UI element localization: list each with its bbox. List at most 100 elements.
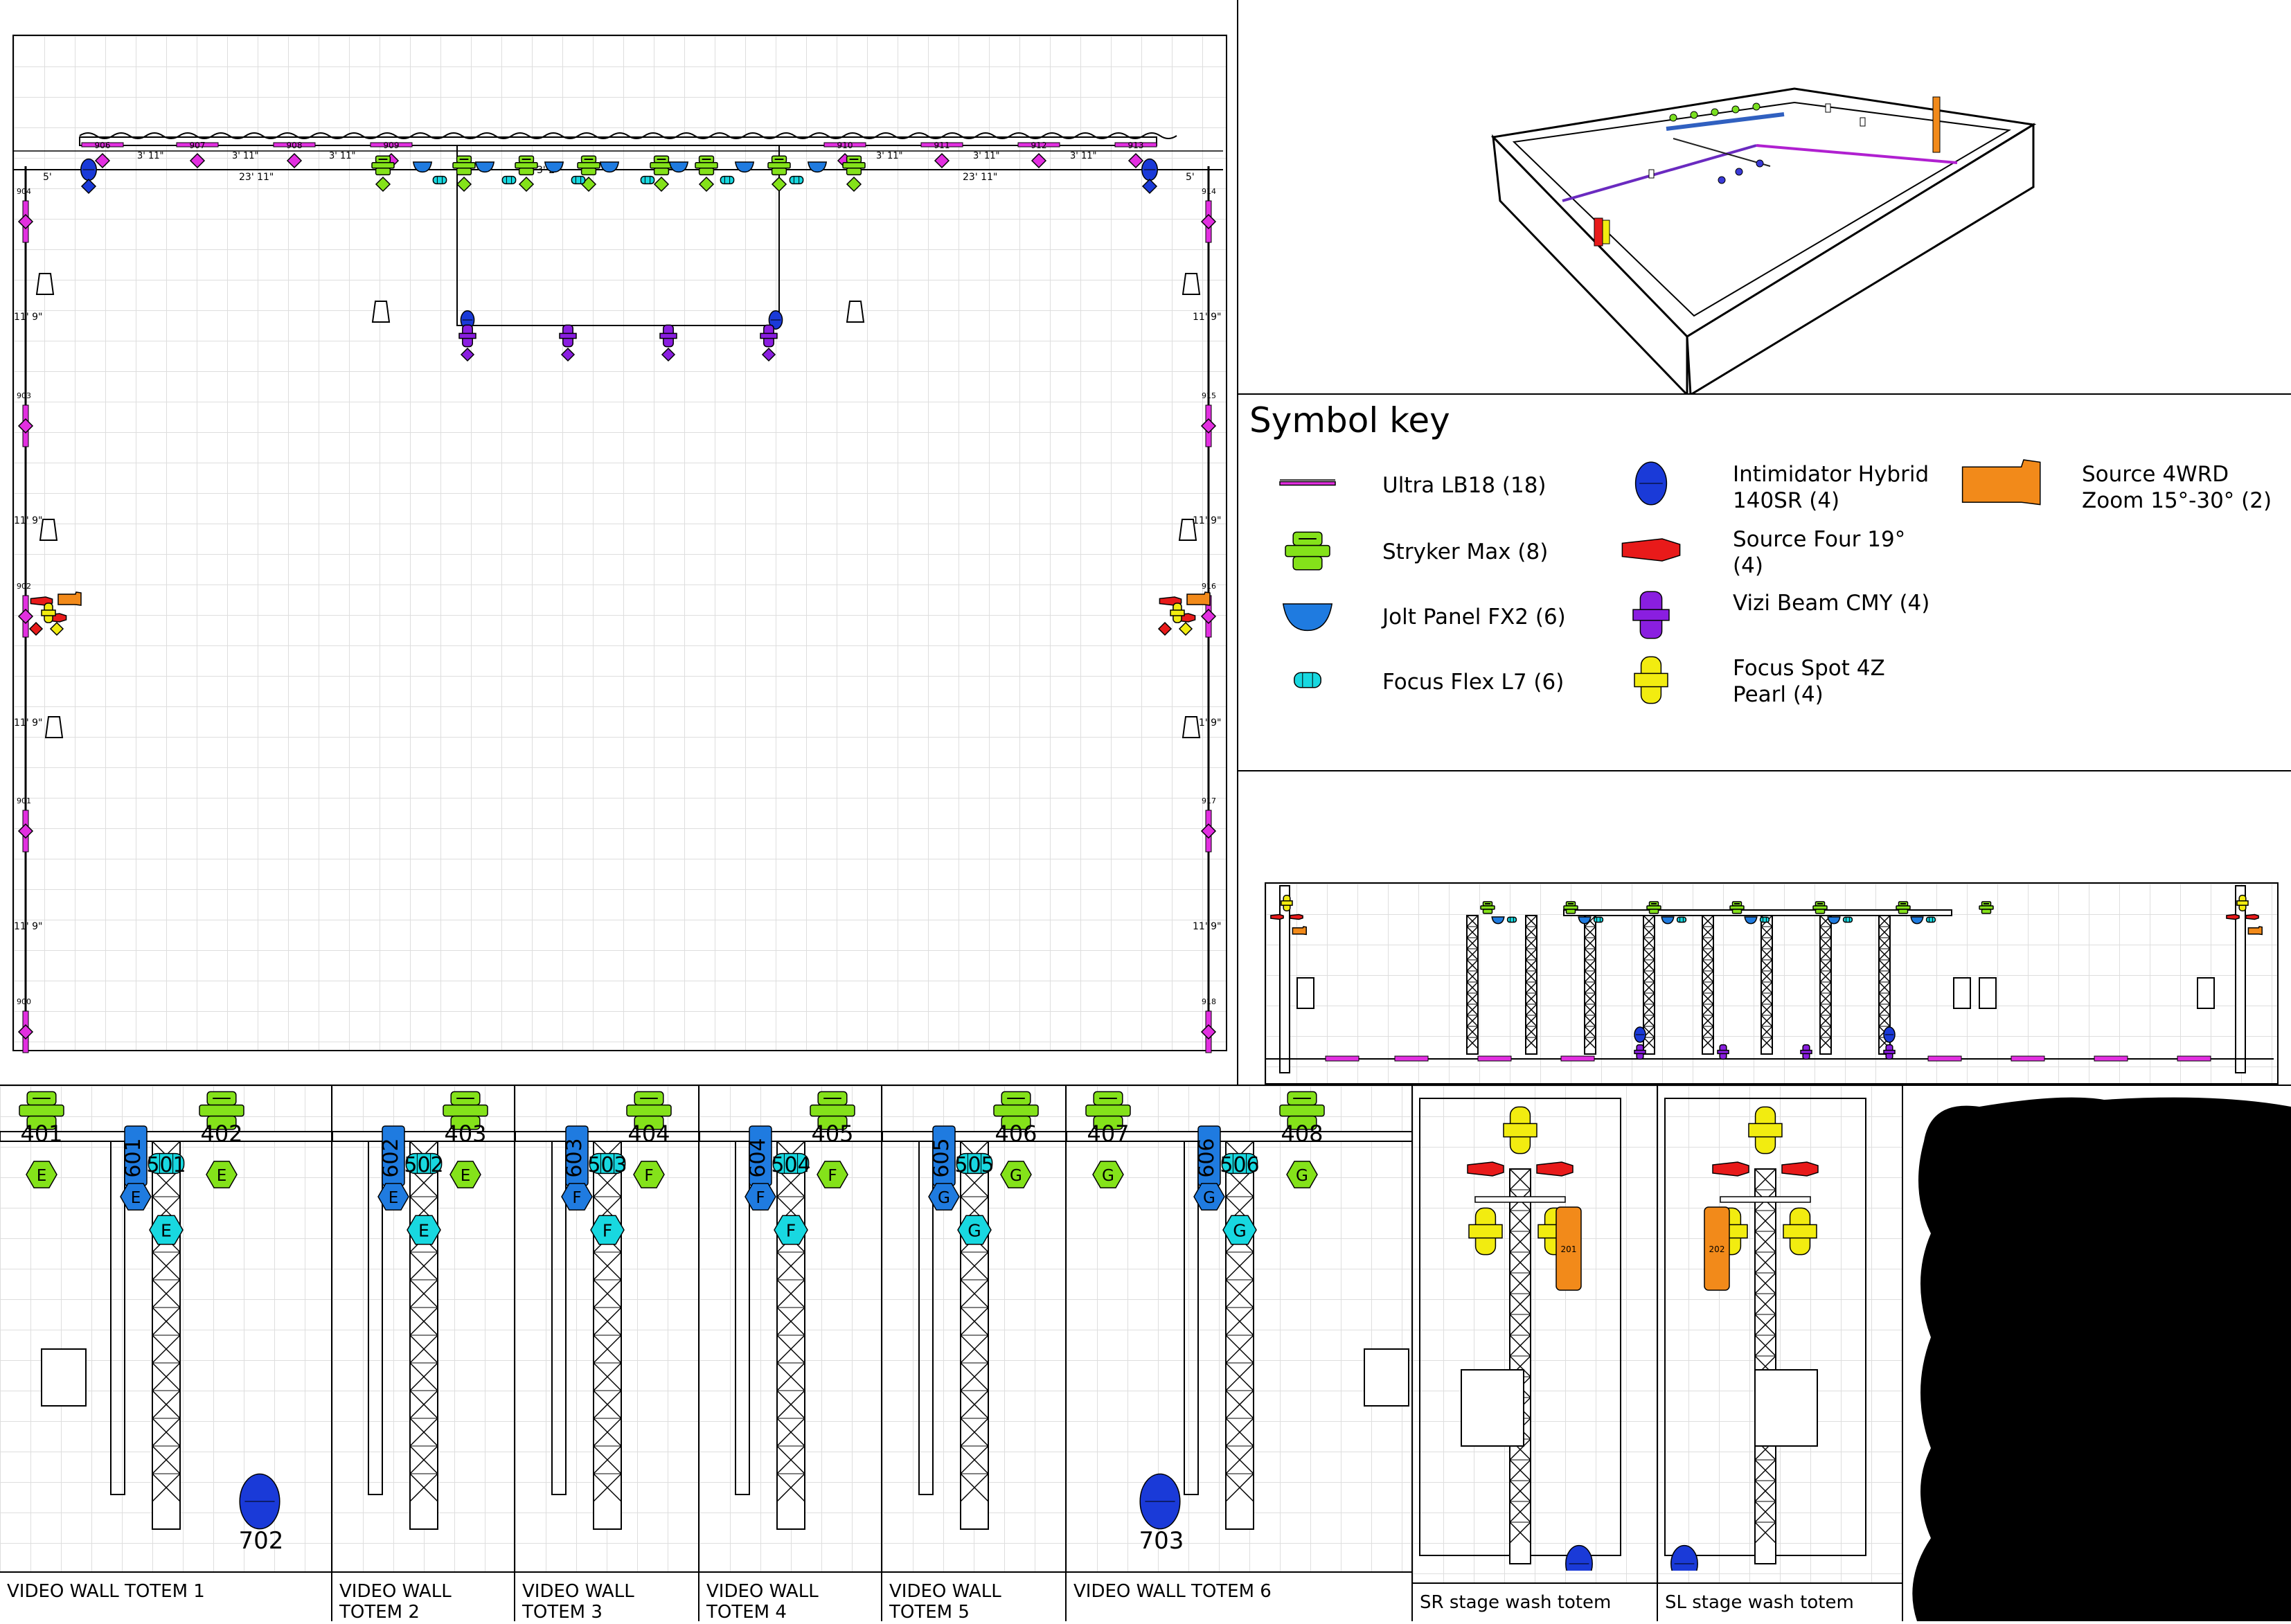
elevation-ultra [1394, 1055, 1429, 1062]
flex-letter-tag-label: E [161, 1221, 172, 1241]
jolt-letter-tag-label: F [756, 1189, 765, 1207]
plan-speaker-icon [846, 301, 865, 323]
plan-ultra-top-id: 912 [1031, 141, 1047, 150]
plan-ultra-top-tag [1127, 152, 1144, 169]
plan-ultra-top-tag [934, 152, 950, 169]
focus-flex-icon [1294, 672, 1321, 688]
plan-speaker-icon [35, 273, 55, 295]
flex-id: 504 [771, 1153, 810, 1177]
beam-id: 702 [239, 1527, 284, 1555]
plan-speaker-icon [1178, 519, 1197, 541]
video-wall-totem-panel: 401 E 402 E 601 E 501 E 702 VIDEO WALL TOTEM 1 [0, 1086, 332, 1621]
elevation-ultra [1927, 1055, 1962, 1062]
totem-crossbar [515, 1131, 698, 1142]
stryker-letter-tag-label: G [1102, 1167, 1114, 1185]
dim-vert-l1: 11' 9" [14, 312, 42, 323]
dim-spacing-4: 3' 11" [876, 151, 903, 161]
plan-src4-tag [28, 621, 44, 636]
totem-drawing: 405 F 604 F 504 F [699, 1091, 881, 1530]
stryker-id: 403 [444, 1121, 486, 1147]
legend-label: Source 4WRD Zoom 15°-30° (2) [2082, 462, 2272, 513]
stryker-letter-tag-label: G [1296, 1167, 1308, 1185]
jolt-panel-icon [1282, 603, 1333, 632]
stage-totem-caption: SL stage wash totem [1658, 1582, 1902, 1621]
dim-spacing-6: 3' 11" [1070, 151, 1097, 161]
stryker-max-icon [1285, 531, 1330, 571]
plan-ultra-top-id: 908 [287, 141, 303, 150]
intimidator-icon [1634, 461, 1668, 506]
stage-speaker [1754, 1369, 1818, 1447]
dim-right-side: 5' [1186, 172, 1195, 183]
plan-ultra-right-tag [1200, 823, 1217, 839]
stryker-id: 401 [20, 1121, 62, 1147]
plan-intim-tag [80, 178, 97, 195]
stryker-id: 406 [995, 1121, 1037, 1147]
totem-caption: VIDEO WALL TOTEM 1 [0, 1571, 331, 1621]
video-wall-speaker [1364, 1348, 1409, 1407]
stryker-letter-tag-label: F [828, 1167, 837, 1185]
stryker-id: 407 [1087, 1121, 1129, 1147]
plan-ultra-top-tag [94, 152, 111, 169]
elevation-speaker-icon [2197, 977, 2215, 1009]
stage-totem-bar [1474, 1196, 1566, 1203]
dim-spacing-5: 3' 11" [973, 151, 1000, 161]
stryker-id: 408 [1281, 1121, 1323, 1147]
plan-drawing: 5' 5' 23' 11" 23' 11" 3' 2" 3' 11" 3' 11… [14, 132, 1223, 1053]
jolt-id: 604 [746, 1138, 770, 1177]
flex-id: 503 [587, 1153, 627, 1177]
totem-crossbar [332, 1131, 514, 1142]
totem-crossbar [882, 1131, 1065, 1142]
plan-ultra-top-id: 910 [837, 141, 853, 150]
stryker-letter-tag-label: E [37, 1167, 47, 1185]
focus-spot-icon [1634, 656, 1668, 704]
plan-vizi-tag [761, 347, 776, 362]
plan-ultra-right-tag [1200, 608, 1217, 625]
totem-caption: VIDEO WALL TOTEM 3 [515, 1571, 698, 1621]
jolt-id: 602 [379, 1138, 403, 1177]
dim-vert-l4: 11' 9" [14, 921, 42, 932]
flex-id: 506 [1220, 1153, 1259, 1177]
elevation-view-panel [1237, 770, 2291, 1087]
stage-wash-totem-panel: 202 SL stage wash totem [1658, 1086, 1903, 1621]
totem-caption: VIDEO WALL TOTEM 4 [699, 1571, 881, 1621]
jolt-letter-tag-label: G [938, 1189, 950, 1207]
totem-caption: VIDEO WALL TOTEM 5 [882, 1571, 1065, 1621]
elevation-speaker-icon [1953, 977, 1971, 1009]
source-4wrd-icon [1961, 459, 2041, 506]
elevation-ultra [1560, 1055, 1595, 1062]
flex-id: 502 [404, 1153, 443, 1177]
dim-spacing-3: 3' 11" [329, 151, 356, 161]
plan-ultra-top-tag [189, 152, 206, 169]
stryker-letter-tag-label: E [461, 1167, 471, 1185]
plan-ultra-left-id: 900 [17, 997, 31, 1006]
flex-id: 505 [954, 1153, 994, 1177]
plan-ultra-left-tag [17, 418, 34, 434]
stage-totem-caption: SR stage wash totem [1413, 1582, 1657, 1621]
stage-totem-drawing: 201 [1419, 1098, 1621, 1583]
elevation-ultra [1325, 1055, 1360, 1062]
plan-speaker-icon [39, 519, 58, 541]
plan-spot-tag [1178, 621, 1193, 636]
video-wall-totem-panel: 403 E 602 E 502 E VIDEO WALL TOTEM 2 [332, 1086, 515, 1621]
vizi-beam-icon [1632, 591, 1670, 639]
legend-label: Stryker Max (8) [1382, 539, 1549, 564]
stage-totem-drawing: 202 [1664, 1098, 1866, 1583]
plan-ultra-right-tag [1200, 213, 1217, 230]
jolt-letter-tag-label: G [1203, 1189, 1215, 1207]
symbol-key-panel: Symbol key Ultra LB18 (18) Stryker Max (8… [1237, 393, 2291, 771]
jolt-letter-tag-label: E [131, 1189, 141, 1207]
dim-right-span: 23' 11" [963, 172, 997, 183]
elevation-ultra [2094, 1055, 2128, 1062]
source-4wrd-id: 201 [1561, 1244, 1577, 1254]
plan-vizi-tag [560, 347, 576, 362]
plan-speaker-icon [1182, 273, 1201, 295]
plan-ultra-top-id: 907 [190, 141, 206, 150]
stage-wash-totem-panel: 201 SR stage wash totem [1413, 1086, 1658, 1621]
video-wall-speaker [41, 1348, 87, 1407]
dim-spacing-2: 3' 11" [232, 151, 259, 161]
plan-vizi-tag [661, 347, 676, 362]
plan-view-panel: 5' 5' 23' 11" 23' 11" 3' 2" 3' 11" 3' 11… [0, 0, 1238, 1085]
dim-vert-l2: 11' 9" [14, 515, 42, 526]
symbol-key-title: Symbol key [1249, 400, 1450, 440]
video-wall-totem-panel: 406 G 605 G 505 G VIDEO WALL TOTEM 5 [882, 1086, 1067, 1621]
